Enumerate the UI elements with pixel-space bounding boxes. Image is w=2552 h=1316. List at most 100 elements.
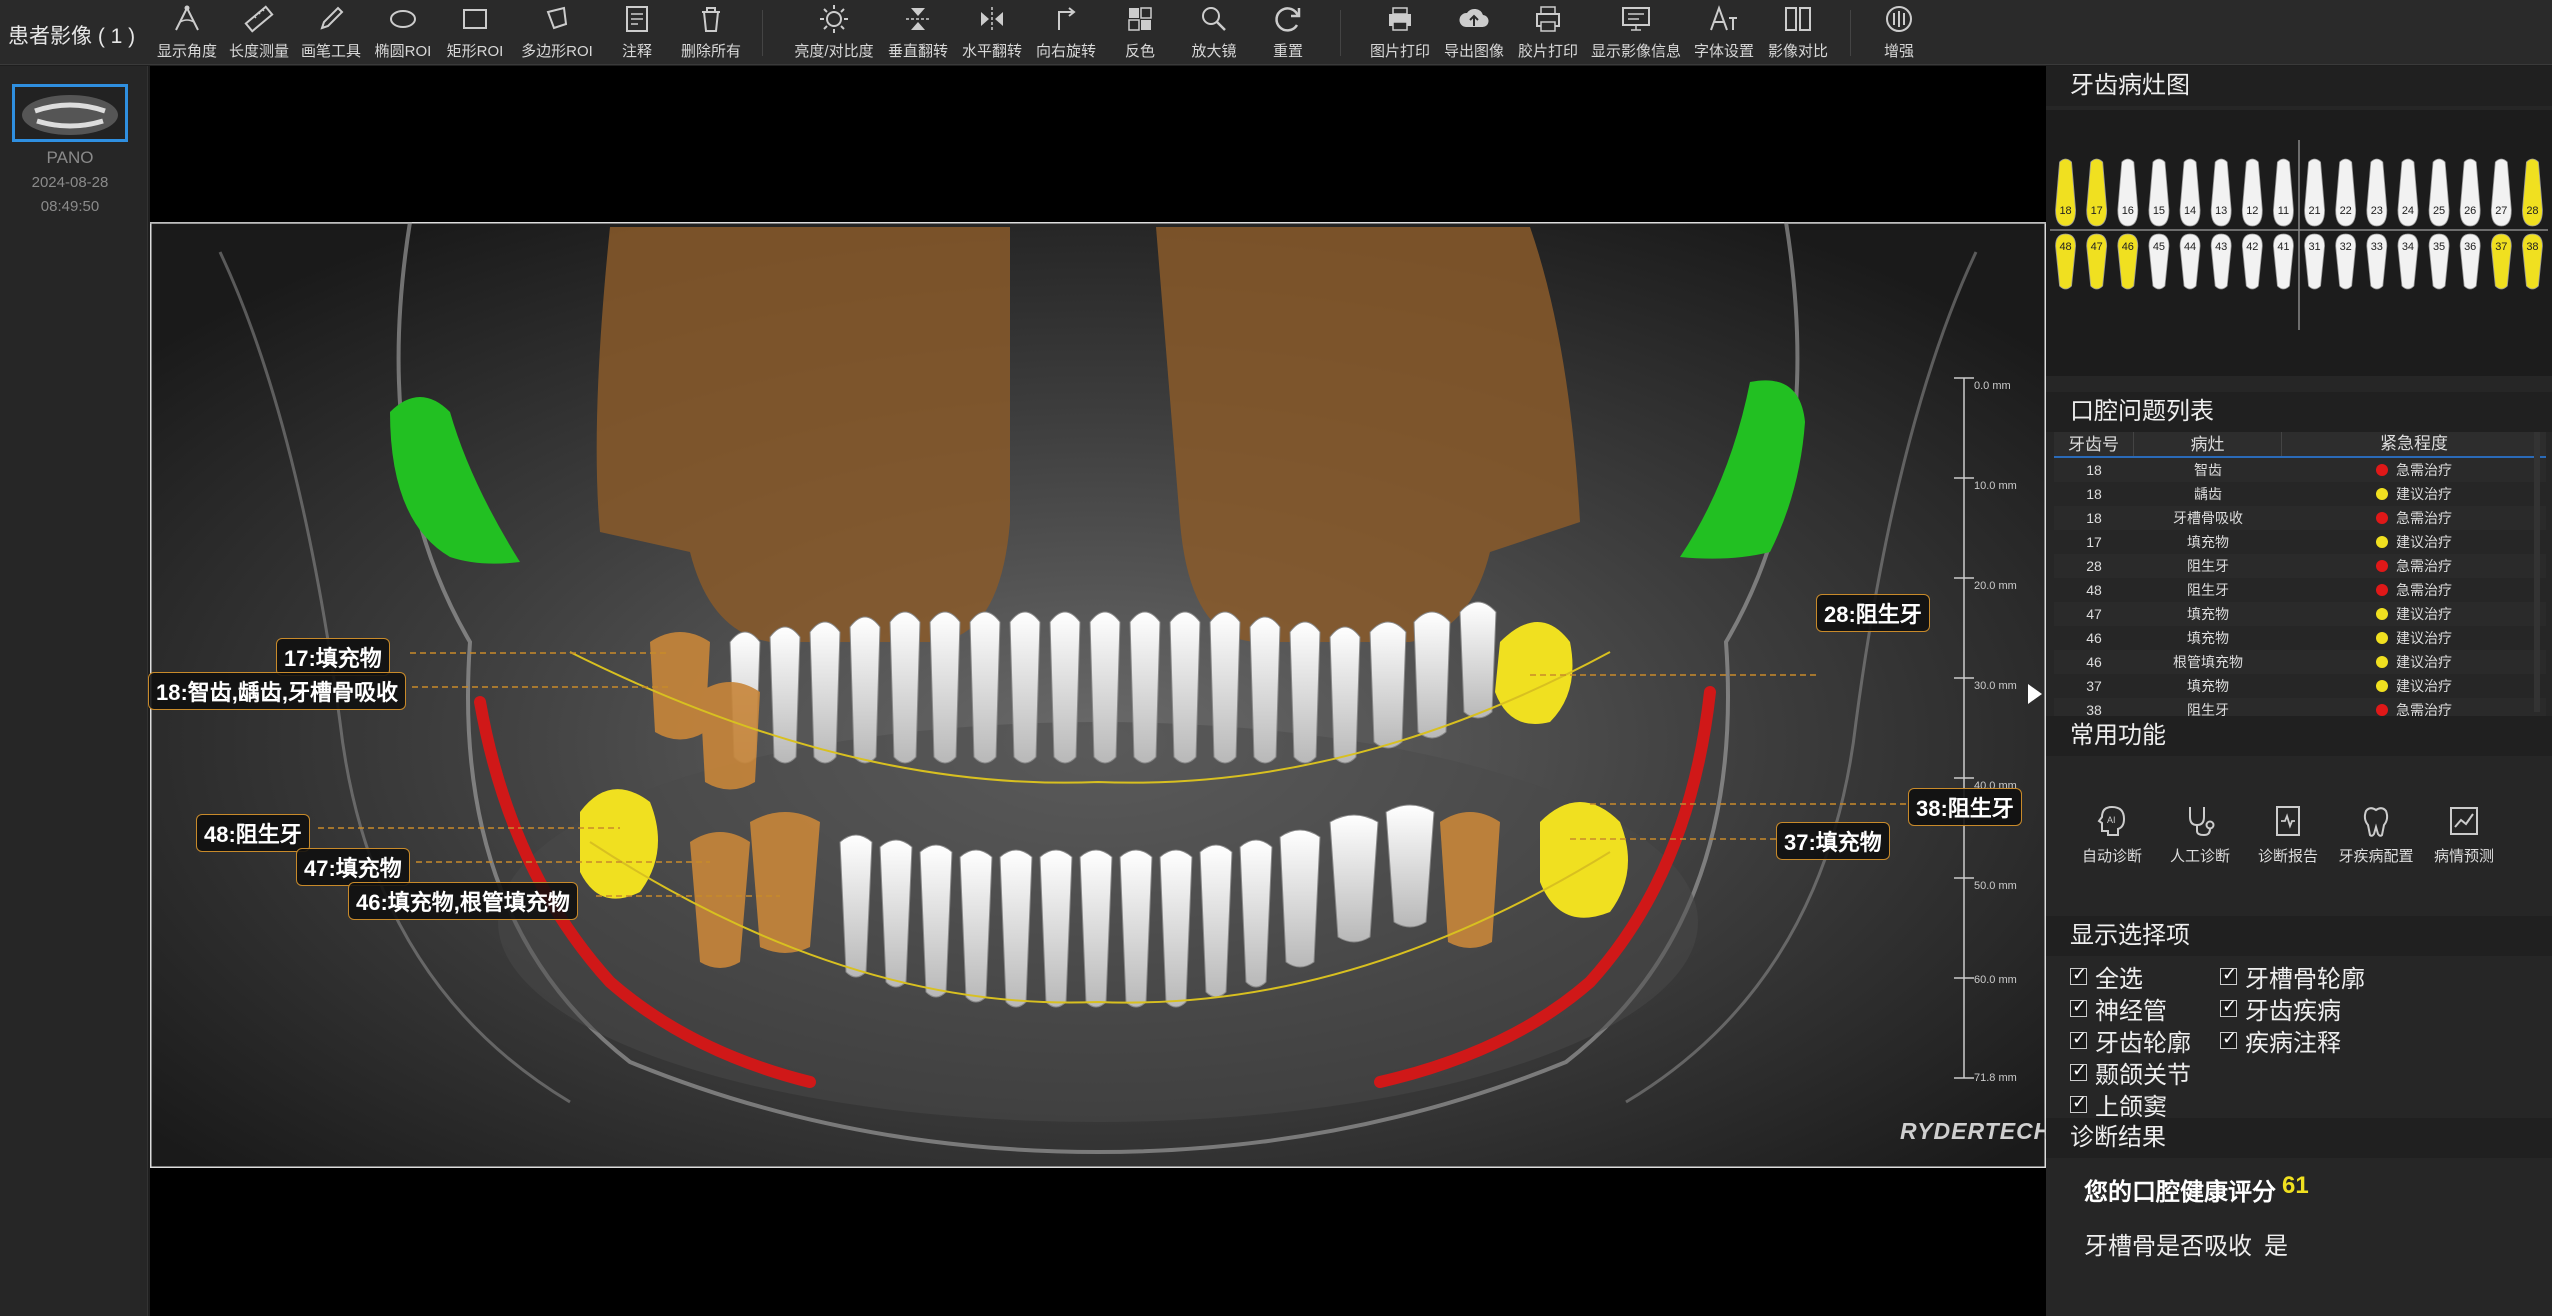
checkbox-checked[interactable]: [2070, 1092, 2087, 1113]
image-compare-tool[interactable]: 影像对比: [1762, 0, 1834, 65]
column-header-urgency[interactable]: 紧急程度: [2282, 432, 2546, 456]
tooth-36[interactable]: 36: [2459, 233, 2481, 290]
tooth-13[interactable]: 13: [2210, 158, 2232, 227]
option-select-all[interactable]: 全选: [2070, 959, 2143, 994]
annotation-tag-28[interactable]: 28:阻生牙: [1816, 594, 1930, 632]
tooth-15[interactable]: 15: [2148, 158, 2170, 227]
annotation-tool[interactable]: 注释: [602, 0, 672, 65]
issue-row[interactable]: 28 阻生牙 急需治疗: [2054, 554, 2546, 578]
option-disease-annotation[interactable]: 疾病注释: [2220, 1023, 2341, 1058]
tooth-31[interactable]: 31: [2304, 233, 2325, 290]
tooth-16[interactable]: 16: [2117, 158, 2139, 227]
image-viewer[interactable]: 0.0 mm 10.0 mm 20.0 mm 30.0 mm 40.0 mm 5…: [148, 66, 2050, 1316]
tooth-24[interactable]: 24: [2397, 158, 2419, 227]
issue-row[interactable]: 18 龋齿 建议治疗: [2054, 482, 2546, 506]
option-tmj[interactable]: 颞颌关节: [2070, 1055, 2191, 1090]
image-print-tool[interactable]: 图片打印: [1364, 0, 1436, 65]
issue-row[interactable]: 48 阻生牙 急需治疗: [2054, 578, 2546, 602]
tooth-27[interactable]: 27: [2490, 158, 2512, 227]
issue-row[interactable]: 17 填充物 建议治疗: [2054, 530, 2546, 554]
issue-row[interactable]: 18 智齿 急需治疗: [2054, 458, 2546, 482]
length-measure-tool[interactable]: 长度测量: [224, 0, 294, 65]
issue-row[interactable]: 46 填充物 建议治疗: [2054, 626, 2546, 650]
tooth-47[interactable]: 47: [2086, 233, 2108, 290]
annotation-tag-46[interactable]: 46:填充物,根管填充物: [348, 882, 578, 920]
tooth-35[interactable]: 35: [2428, 233, 2450, 290]
tooth-23[interactable]: 23: [2366, 158, 2388, 227]
option-maxillary-sinus[interactable]: 上颌窦: [2070, 1087, 2167, 1122]
option-tooth-outline[interactable]: 牙齿轮廓: [2070, 1023, 2191, 1058]
issue-row[interactable]: 18 牙槽骨吸收 急需治疗: [2054, 506, 2546, 530]
column-header-tooth[interactable]: 牙齿号: [2054, 432, 2134, 456]
tooth-42[interactable]: 42: [2241, 233, 2263, 290]
show-angle-tool[interactable]: 显示角度: [152, 0, 222, 65]
delete-all-tool[interactable]: 删除所有: [676, 0, 746, 65]
annotation-tag-37[interactable]: 37:填充物: [1776, 822, 1890, 860]
column-header-lesion[interactable]: 病灶: [2134, 432, 2282, 456]
tooth-38[interactable]: 38: [2522, 233, 2543, 290]
tooth-46[interactable]: 46: [2117, 233, 2139, 290]
polygon-roi-tool[interactable]: 多边形ROI: [514, 0, 600, 65]
tooth-45[interactable]: 45: [2148, 233, 2170, 290]
annotation-tag-48[interactable]: 48:阻生牙: [196, 814, 310, 852]
panoramic-xray-image[interactable]: [150, 222, 2046, 1168]
option-tooth-disease[interactable]: 牙齿疾病: [2220, 991, 2341, 1026]
issue-row[interactable]: 46 根管填充物 建议治疗: [2054, 650, 2546, 674]
font-settings-tool[interactable]: 字体设置: [1688, 0, 1760, 65]
tooth-37[interactable]: 37: [2490, 233, 2512, 290]
tooth-32[interactable]: 32: [2335, 233, 2357, 290]
panel-collapse-arrow-icon[interactable]: [2028, 684, 2042, 704]
tooth-48[interactable]: 48: [2055, 233, 2076, 290]
checkbox-checked[interactable]: [2070, 996, 2087, 1017]
horizontal-flip-tool[interactable]: 水平翻转: [956, 0, 1028, 65]
annotation-tag-18[interactable]: 18:智齿,龋齿,牙槽骨吸收: [148, 672, 407, 710]
rectangle-roi-tool[interactable]: 矩形ROI: [440, 0, 510, 65]
tooth-34[interactable]: 34: [2397, 233, 2419, 290]
tooth-18[interactable]: 18: [2055, 158, 2076, 227]
invert-color-tool[interactable]: 反色: [1104, 0, 1176, 65]
diagnosis-report-button[interactable]: 诊断报告: [2242, 801, 2334, 866]
checkbox-checked[interactable]: [2220, 996, 2237, 1017]
checkbox-checked[interactable]: [2070, 1028, 2087, 1049]
tooth-28[interactable]: 28: [2522, 158, 2543, 227]
checkbox-checked[interactable]: [2070, 1060, 2087, 1081]
tooth-lesion-chart[interactable]: 18 17 16 15 14 13 12 11 21 22 23 24 25 26 27 28 48 47 46 45…: [2046, 110, 2552, 376]
tooth-44[interactable]: 44: [2179, 233, 2201, 290]
option-nerve-canal[interactable]: 神经管: [2070, 991, 2167, 1026]
rotate-right-tool[interactable]: 向右旋转: [1030, 0, 1102, 65]
tooth-21[interactable]: 21: [2304, 158, 2325, 227]
tooth-25[interactable]: 25: [2428, 158, 2450, 227]
tooth-22[interactable]: 22: [2335, 158, 2357, 227]
condition-prediction-button[interactable]: 病情预测: [2418, 801, 2510, 866]
show-image-info-tool[interactable]: 显示影像信息: [1586, 0, 1686, 65]
pen-tool[interactable]: 画笔工具: [296, 0, 366, 65]
tooth-disease-config-button[interactable]: 牙疾病配置: [2330, 801, 2422, 866]
manual-diagnosis-button[interactable]: 人工诊断: [2154, 801, 2246, 866]
annotation-tag-17[interactable]: 17:填充物: [276, 638, 390, 676]
tooth-41[interactable]: 41: [2273, 233, 2294, 290]
tooth-14[interactable]: 14: [2179, 158, 2201, 227]
tooth-11[interactable]: 11: [2273, 158, 2294, 227]
ellipse-roi-tool[interactable]: 椭圆ROI: [368, 0, 438, 65]
annotation-tag-47[interactable]: 47:填充物: [296, 848, 410, 886]
checkbox-checked[interactable]: [2220, 964, 2237, 985]
annotation-tag-38[interactable]: 38:阻生牙: [1908, 788, 2022, 826]
reset-tool[interactable]: 重置: [1252, 0, 1324, 65]
export-image-tool[interactable]: 导出图像: [1438, 0, 1510, 65]
enhance-tool[interactable]: 增强: [1864, 0, 1934, 65]
auto-diagnosis-button[interactable]: AI 自动诊断: [2066, 801, 2158, 866]
tooth-26[interactable]: 26: [2459, 158, 2481, 227]
issue-row[interactable]: 37 填充物 建议治疗: [2054, 674, 2546, 698]
vertical-flip-tool[interactable]: 垂直翻转: [882, 0, 954, 65]
issues-scrollbar[interactable]: [2534, 432, 2540, 712]
tooth-17[interactable]: 17: [2086, 158, 2108, 227]
tooth-12[interactable]: 12: [2241, 158, 2263, 227]
magnifier-tool[interactable]: 放大镜: [1178, 0, 1250, 65]
tooth-33[interactable]: 33: [2366, 233, 2388, 290]
film-print-tool[interactable]: 胶片打印: [1512, 0, 1584, 65]
checkbox-checked[interactable]: [2220, 1028, 2237, 1049]
tooth-43[interactable]: 43: [2210, 233, 2232, 290]
option-alveolar-outline[interactable]: 牙槽骨轮廓: [2220, 959, 2365, 994]
pano-thumbnail[interactable]: [12, 84, 128, 142]
issue-row[interactable]: 47 填充物 建议治疗: [2054, 602, 2546, 626]
